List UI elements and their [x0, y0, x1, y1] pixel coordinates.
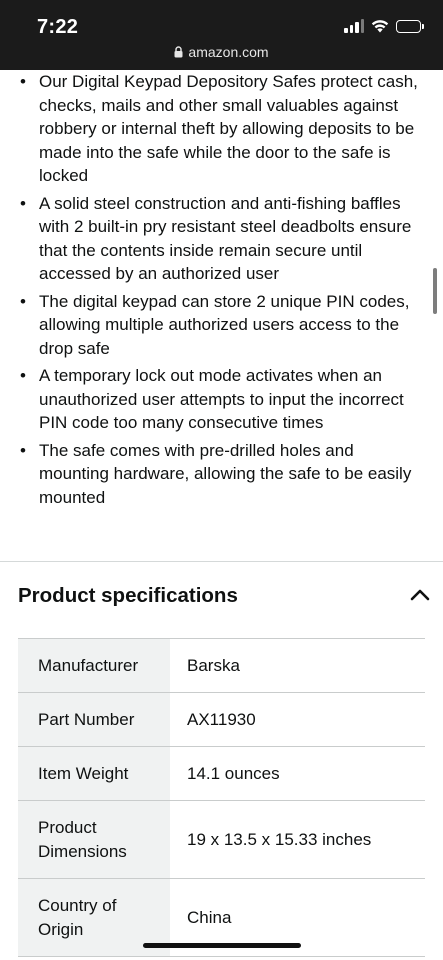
- table-row: Manufacturer Barska: [18, 638, 425, 693]
- bullet-dot-icon: •: [20, 366, 26, 385]
- bullet-dot-icon: •: [20, 291, 26, 311]
- status-bar: 7:22 amazon.com: [0, 0, 443, 70]
- spec-section-header[interactable]: Product specifications: [18, 584, 430, 614]
- table-row: Item Weight 14.1 ounces: [18, 746, 425, 801]
- bullet-dot-icon: •: [20, 440, 26, 460]
- bullet-dot-icon: •: [20, 72, 26, 91]
- spec-label: Item Weight: [18, 746, 170, 801]
- chevron-up-icon[interactable]: [410, 588, 430, 602]
- feature-text: A temporary lock out mode activates when…: [39, 366, 404, 432]
- spec-value: 19 x 13.5 x 15.33 inches: [187, 829, 372, 849]
- status-time: 7:22: [37, 16, 79, 38]
- feature-text: A solid steel construction and anti-fish…: [39, 193, 412, 284]
- feature-bullet: • Our Digital Keypad Depository Safes pro…: [18, 70, 419, 188]
- signal-icon: [344, 19, 364, 33]
- feature-bullets: • Our Digital Keypad Depository Safes pro…: [0, 70, 443, 509]
- spec-value: 14.1 ounces: [187, 763, 280, 783]
- status-icons: [344, 19, 424, 33]
- wifi-icon: [371, 20, 389, 33]
- bullet-dot-icon: •: [20, 193, 26, 213]
- battery-icon: [396, 19, 424, 33]
- spec-section-title: Product specifications: [18, 584, 238, 607]
- table-row: Product Dimensions 19 x 13.5 x 15.33 inc…: [18, 800, 425, 879]
- home-indicator[interactable]: [143, 943, 301, 948]
- scrollbar-thumb[interactable]: [433, 268, 437, 314]
- feature-bullet: • The safe comes with pre-drilled holes a…: [18, 439, 419, 510]
- spec-label: Manufacturer: [18, 638, 170, 693]
- feature-bullet: • A temporary lock out mode activates whe…: [18, 364, 419, 435]
- lock-icon: [174, 46, 183, 58]
- table-row: Part Number AX11930: [18, 692, 425, 747]
- spec-value: AX11930: [187, 709, 256, 729]
- feature-bullet: • The digital keypad can store 2 unique P…: [18, 290, 419, 361]
- spec-table: Manufacturer Barska Part Number AX11930 …: [18, 638, 425, 957]
- feature-text: The safe comes with pre-drilled holes an…: [39, 440, 412, 507]
- feature-text: Our Digital Keypad Depository Safes prot…: [39, 72, 418, 185]
- url-bar[interactable]: amazon.com: [0, 44, 443, 60]
- page-content: • Our Digital Keypad Depository Safes pro…: [0, 70, 443, 513]
- feature-text: The digital keypad can store 2 unique PI…: [39, 291, 410, 358]
- spec-label: Part Number: [18, 692, 170, 747]
- section-divider: [0, 561, 443, 562]
- spec-value: Barska: [187, 655, 240, 675]
- url-text: amazon.com: [188, 44, 269, 60]
- spec-label: Product Dimensions: [18, 800, 170, 879]
- feature-bullet: • A solid steel construction and anti-fis…: [18, 192, 419, 286]
